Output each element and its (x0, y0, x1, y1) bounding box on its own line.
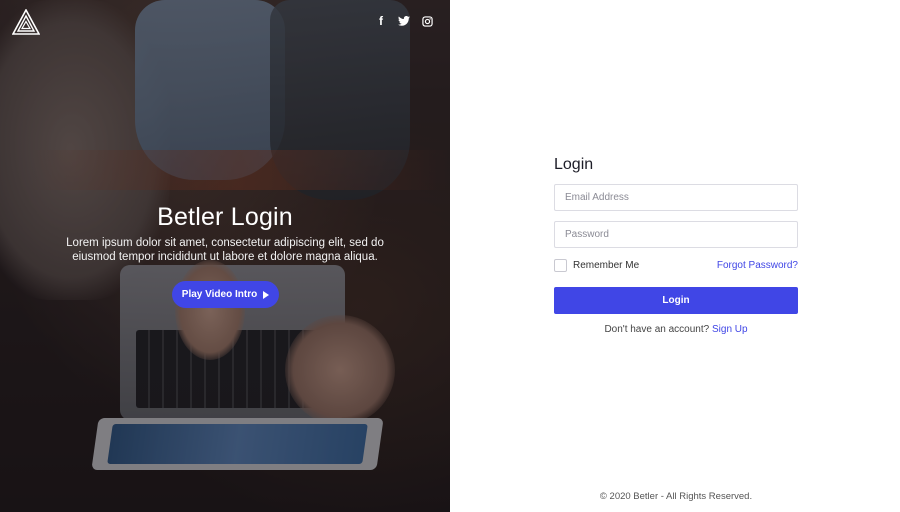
login-form: Login Remember Me Forgot Password? Login… (554, 156, 798, 335)
play-icon (263, 290, 270, 299)
hero-title: Betler Login (157, 203, 293, 231)
instagram-icon[interactable] (420, 14, 434, 28)
twitter-icon[interactable] (397, 14, 411, 28)
facebook-icon[interactable]: f (374, 14, 388, 28)
form-options-row: Remember Me Forgot Password? (554, 258, 798, 272)
play-video-button[interactable]: Play Video Intro (172, 281, 279, 308)
no-account-text: Don't have an account? (604, 324, 712, 335)
form-title: Login (554, 156, 594, 173)
hero-description: Lorem ipsum dolor sit amet, consectetur … (66, 237, 384, 263)
login-button[interactable]: Login (554, 287, 798, 314)
password-field[interactable] (554, 221, 798, 248)
footer-copyright: © 2020 Betler - All Rights Reserved. (599, 491, 753, 502)
remember-me[interactable]: Remember Me (554, 258, 640, 272)
email-field[interactable] (554, 184, 798, 211)
remember-me-label: Remember Me (573, 259, 640, 271)
forgot-password-link[interactable]: Forgot Password? (717, 260, 798, 271)
hero-panel: f Betler Login Lorem ipsum dolor sit ame… (0, 0, 450, 512)
signup-row: Don't have an account? Sign Up (554, 324, 798, 335)
play-video-label: Play Video Intro (181, 289, 258, 300)
remember-me-checkbox[interactable] (554, 258, 567, 272)
signup-link[interactable]: Sign Up (712, 324, 748, 335)
logo-icon[interactable] (11, 8, 41, 35)
